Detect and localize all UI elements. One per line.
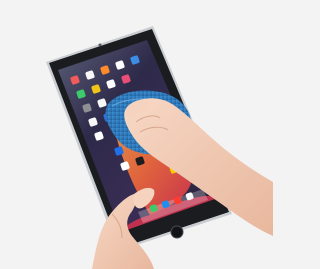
photo-scene [0, 0, 273, 269]
home-button [170, 225, 184, 239]
photo-canvas [0, 0, 273, 269]
front-camera [98, 43, 102, 47]
